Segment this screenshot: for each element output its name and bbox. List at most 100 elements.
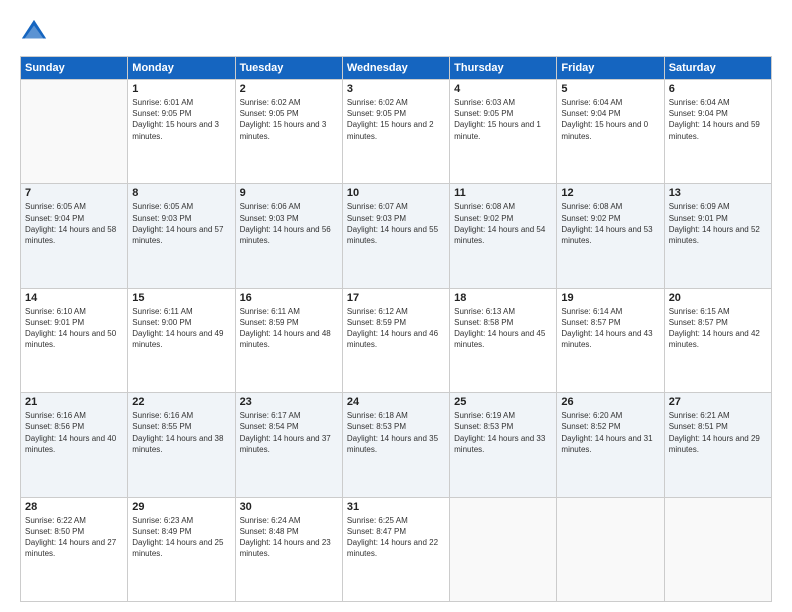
day-info: Sunrise: 6:07 AMSunset: 9:03 PMDaylight:… — [347, 201, 445, 246]
day-info: Sunrise: 6:25 AMSunset: 8:47 PMDaylight:… — [347, 515, 445, 560]
day-info: Sunrise: 6:10 AMSunset: 9:01 PMDaylight:… — [25, 306, 123, 351]
weekday-header-tuesday: Tuesday — [235, 57, 342, 80]
day-number: 14 — [25, 292, 123, 304]
weekday-header-thursday: Thursday — [450, 57, 557, 80]
calendar-cell: 17 Sunrise: 6:12 AMSunset: 8:59 PMDayligh… — [342, 288, 449, 392]
day-info: Sunrise: 6:22 AMSunset: 8:50 PMDaylight:… — [25, 515, 123, 560]
day-info: Sunrise: 6:04 AMSunset: 9:04 PMDaylight:… — [669, 97, 767, 142]
day-number: 20 — [669, 292, 767, 304]
calendar-cell: 9 Sunrise: 6:06 AMSunset: 9:03 PMDaylight… — [235, 184, 342, 288]
calendar-cell: 30 Sunrise: 6:24 AMSunset: 8:48 PMDayligh… — [235, 497, 342, 601]
calendar-cell: 25 Sunrise: 6:19 AMSunset: 8:53 PMDayligh… — [450, 393, 557, 497]
calendar-cell: 14 Sunrise: 6:10 AMSunset: 9:01 PMDayligh… — [21, 288, 128, 392]
calendar-week-4: 21 Sunrise: 6:16 AMSunset: 8:56 PMDayligh… — [21, 393, 772, 497]
calendar-cell — [557, 497, 664, 601]
day-number: 23 — [240, 396, 338, 408]
calendar-cell: 1Sunrise: 6:01 AMSunset: 9:05 PMDaylight… — [128, 80, 235, 184]
day-number: 17 — [347, 292, 445, 304]
day-info: Sunrise: 6:18 AMSunset: 8:53 PMDaylight:… — [347, 410, 445, 455]
calendar-cell: 15 Sunrise: 6:11 AMSunset: 9:00 PMDayligh… — [128, 288, 235, 392]
day-number: 9 — [240, 187, 338, 199]
calendar-cell: 7 Sunrise: 6:05 AMSunset: 9:04 PMDaylight… — [21, 184, 128, 288]
day-number: 18 — [454, 292, 552, 304]
day-info: Sunrise: 6:13 AMSunset: 8:58 PMDaylight:… — [454, 306, 552, 351]
day-number: 11 — [454, 187, 552, 199]
day-number: 10 — [347, 187, 445, 199]
day-number: 2 — [240, 83, 338, 95]
calendar-cell: 4 Sunrise: 6:03 AMSunset: 9:05 PMDaylight… — [450, 80, 557, 184]
day-number: 6 — [669, 83, 767, 95]
calendar-cell: 19 Sunrise: 6:14 AMSunset: 8:57 PMDayligh… — [557, 288, 664, 392]
calendar-cell: 20 Sunrise: 6:15 AMSunset: 8:57 PMDayligh… — [664, 288, 771, 392]
day-number: 7 — [25, 187, 123, 199]
day-info: Sunrise: 6:02 AMSunset: 9:05 PMDaylight:… — [347, 97, 445, 142]
calendar-cell: 6 Sunrise: 6:04 AMSunset: 9:04 PMDaylight… — [664, 80, 771, 184]
calendar-cell: 11 Sunrise: 6:08 AMSunset: 9:02 PMDayligh… — [450, 184, 557, 288]
day-info: Sunrise: 6:08 AMSunset: 9:02 PMDaylight:… — [454, 201, 552, 246]
calendar-cell: 2 Sunrise: 6:02 AMSunset: 9:05 PMDaylight… — [235, 80, 342, 184]
day-number: 5 — [561, 83, 659, 95]
day-number: 30 — [240, 501, 338, 513]
day-info: Sunrise: 6:19 AMSunset: 8:53 PMDaylight:… — [454, 410, 552, 455]
calendar-cell — [21, 80, 128, 184]
day-info: Sunrise: 6:05 AMSunset: 9:03 PMDaylight:… — [132, 201, 230, 246]
calendar-cell: 5 Sunrise: 6:04 AMSunset: 9:04 PMDaylight… — [557, 80, 664, 184]
logo-icon — [20, 18, 48, 46]
calendar-cell: 29 Sunrise: 6:23 AMSunset: 8:49 PMDayligh… — [128, 497, 235, 601]
calendar-cell: 3 Sunrise: 6:02 AMSunset: 9:05 PMDaylight… — [342, 80, 449, 184]
logo — [20, 18, 52, 46]
day-info: Sunrise: 6:06 AMSunset: 9:03 PMDaylight:… — [240, 201, 338, 246]
day-info: Sunrise: 6:16 AMSunset: 8:56 PMDaylight:… — [25, 410, 123, 455]
day-number: 19 — [561, 292, 659, 304]
day-info: Sunrise: 6:21 AMSunset: 8:51 PMDaylight:… — [669, 410, 767, 455]
day-info: Sunrise: 6:12 AMSunset: 8:59 PMDaylight:… — [347, 306, 445, 351]
weekday-header-wednesday: Wednesday — [342, 57, 449, 80]
day-info: Sunrise: 6:04 AMSunset: 9:04 PMDaylight:… — [561, 97, 659, 142]
day-info: Sunrise: 6:01 AMSunset: 9:05 PMDaylight:… — [132, 97, 230, 142]
calendar-table: SundayMondayTuesdayWednesdayThursdayFrid… — [20, 56, 772, 602]
weekday-header-saturday: Saturday — [664, 57, 771, 80]
calendar-cell: 12Sunrise: 6:08 AMSunset: 9:02 PMDayligh… — [557, 184, 664, 288]
day-number: 25 — [454, 396, 552, 408]
calendar-week-1: 1Sunrise: 6:01 AMSunset: 9:05 PMDaylight… — [21, 80, 772, 184]
day-number: 16 — [240, 292, 338, 304]
page: SundayMondayTuesdayWednesdayThursdayFrid… — [0, 0, 792, 612]
calendar-cell: 26Sunrise: 6:20 AMSunset: 8:52 PMDayligh… — [557, 393, 664, 497]
day-number: 21 — [25, 396, 123, 408]
calendar-cell — [664, 497, 771, 601]
day-info: Sunrise: 6:11 AMSunset: 9:00 PMDaylight:… — [132, 306, 230, 351]
calendar-cell: 22Sunrise: 6:16 AMSunset: 8:55 PMDayligh… — [128, 393, 235, 497]
day-info: Sunrise: 6:11 AMSunset: 8:59 PMDaylight:… — [240, 306, 338, 351]
weekday-header-monday: Monday — [128, 57, 235, 80]
day-info: Sunrise: 6:23 AMSunset: 8:49 PMDaylight:… — [132, 515, 230, 560]
day-number: 15 — [132, 292, 230, 304]
calendar-cell: 31 Sunrise: 6:25 AMSunset: 8:47 PMDayligh… — [342, 497, 449, 601]
calendar-cell: 21 Sunrise: 6:16 AMSunset: 8:56 PMDayligh… — [21, 393, 128, 497]
day-info: Sunrise: 6:15 AMSunset: 8:57 PMDaylight:… — [669, 306, 767, 351]
calendar-cell: 18 Sunrise: 6:13 AMSunset: 8:58 PMDayligh… — [450, 288, 557, 392]
calendar-cell: 8 Sunrise: 6:05 AMSunset: 9:03 PMDaylight… — [128, 184, 235, 288]
day-number: 12 — [561, 187, 659, 199]
calendar-cell: 10 Sunrise: 6:07 AMSunset: 9:03 PMDayligh… — [342, 184, 449, 288]
day-number: 4 — [454, 83, 552, 95]
day-number: 31 — [347, 501, 445, 513]
day-info: Sunrise: 6:24 AMSunset: 8:48 PMDaylight:… — [240, 515, 338, 560]
day-info: Sunrise: 6:03 AMSunset: 9:05 PMDaylight:… — [454, 97, 552, 142]
calendar-cell: 13 Sunrise: 6:09 AMSunset: 9:01 PMDayligh… — [664, 184, 771, 288]
calendar-cell: 16 Sunrise: 6:11 AMSunset: 8:59 PMDayligh… — [235, 288, 342, 392]
weekday-header-row: SundayMondayTuesdayWednesdayThursdayFrid… — [21, 57, 772, 80]
day-info: Sunrise: 6:09 AMSunset: 9:01 PMDaylight:… — [669, 201, 767, 246]
day-info: Sunrise: 6:14 AMSunset: 8:57 PMDaylight:… — [561, 306, 659, 351]
day-number: 28 — [25, 501, 123, 513]
day-number: 3 — [347, 83, 445, 95]
day-info: Sunrise: 6:02 AMSunset: 9:05 PMDaylight:… — [240, 97, 338, 142]
day-info: Sunrise: 6:05 AMSunset: 9:04 PMDaylight:… — [25, 201, 123, 246]
day-number: 8 — [132, 187, 230, 199]
calendar-cell: 27Sunrise: 6:21 AMSunset: 8:51 PMDayligh… — [664, 393, 771, 497]
calendar-week-5: 28 Sunrise: 6:22 AMSunset: 8:50 PMDayligh… — [21, 497, 772, 601]
day-number: 13 — [669, 187, 767, 199]
header — [20, 18, 772, 46]
day-number: 24 — [347, 396, 445, 408]
day-number: 29 — [132, 501, 230, 513]
calendar-cell: 23Sunrise: 6:17 AMSunset: 8:54 PMDayligh… — [235, 393, 342, 497]
